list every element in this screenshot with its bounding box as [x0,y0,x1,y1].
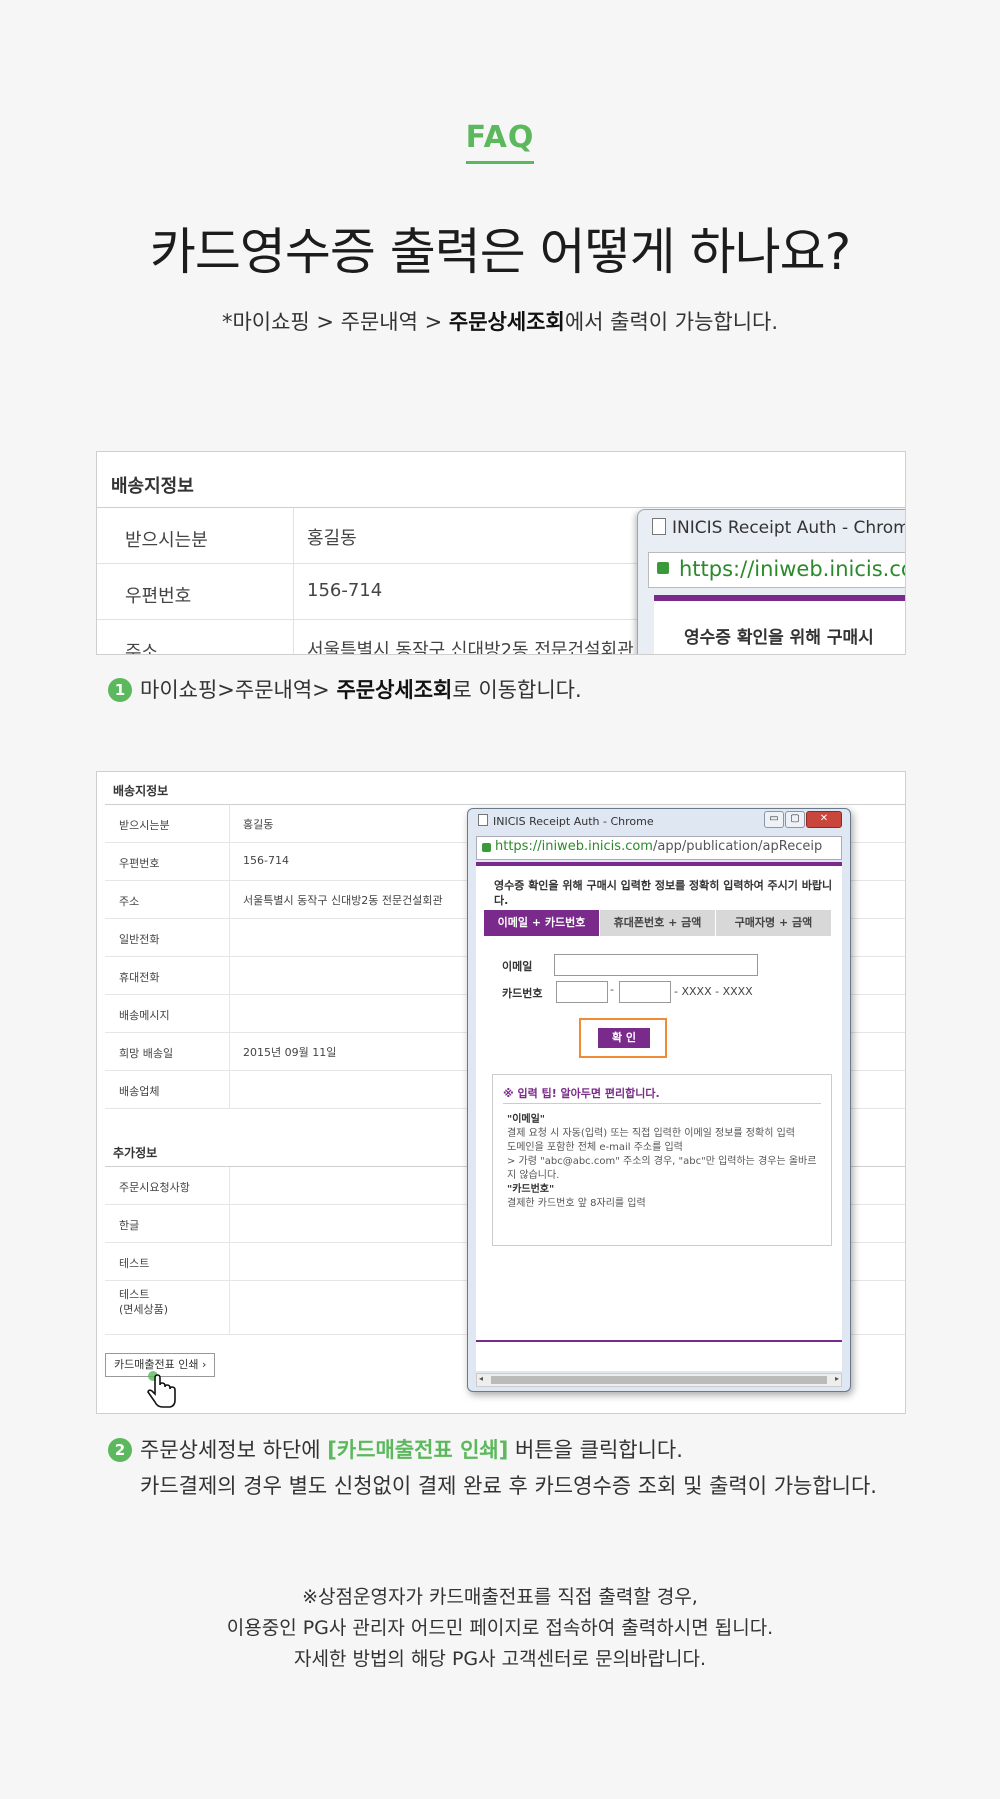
close-button[interactable]: ✕ [806,811,842,828]
subtitle-bold: 주문상세조회 [448,310,565,334]
minimize-button[interactable]: ▭ [764,811,784,828]
row-value: 서울특별시 동작구 신대방2동 전문건설회관 [307,640,634,655]
row-label: 주문시요청사항 [119,1181,190,1194]
popup-instruction: 영수증 확인을 위해 구매시 입력한 정보를 정확히 입력하여 주시기 바랍니다… [494,879,833,907]
scroll-thumb[interactable] [491,1376,827,1384]
page-title: 카드영수증 출력은 어떻게 하나요? [149,223,851,281]
note-line: 이용중인 PG사 관리자 어드민 페이지로 접속하여 출력하시면 됩니다. [226,1617,774,1639]
popup-title: INICIS Receipt Auth - Chrome [478,814,654,828]
tab-email-card[interactable]: 이메일 + 카드번호 [484,910,600,936]
row-value: 156-714 [307,580,383,601]
document-icon [652,518,666,535]
tip-title: ※ 입력 팁! 알아두면 편리합니다. [503,1087,660,1100]
card-number-label: 카드번호 [502,987,543,1000]
step-1: 1 마이쇼핑>주문내역> 주문상세조회로 이동합니다. [108,674,582,704]
row-label: 테스트 [119,1257,150,1270]
row-value: 서울특별시 동작구 신대방2동 전문건설회관 [243,894,443,907]
row-label: 받으시는분 [119,819,170,832]
tip-text: "이메일" 결제 요청 시 자동(입력) 또는 직접 입력한 이메일 정보를 정… [507,1114,817,1209]
row-label: 한글 [119,1219,140,1232]
section-title: 배송지정보 [111,476,194,497]
address-url: https://iniweb.inicis.com/app/publicatio… [495,839,823,854]
step-2: 2 주문상세정보 하단에 [카드매출전표 인쇄] 버튼을 클릭합니다. 카드결제의… [108,1434,877,1500]
tab-name-amount[interactable]: 구매자명 + 금액 [716,910,832,936]
step-number: 1 [108,678,132,702]
inicis-popup-window: INICIS Receipt Auth - Chrome https://ini… [637,509,906,654]
section-title: 추가정보 [113,1146,158,1160]
step-highlight: [카드매출전표 인쇄] [327,1438,509,1462]
scroll-left-icon[interactable]: ◂ [479,1374,483,1383]
lock-icon [657,562,669,574]
tip-box: ※ 입력 팁! 알아두면 편리합니다. "이메일" 결제 요청 시 자동(입력)… [492,1074,832,1246]
subtitle-path: *마이쇼핑 > 주문내역 > [221,310,449,334]
merchant-note: ※상점운영자가 카드매출전표를 직접 출력할 경우, 이용중인 PG사 관리자 … [0,1582,1000,1675]
row-label: 우편번호 [125,586,192,607]
address-bar[interactable]: https://iniweb.inicis.com/app/publicatio… [476,836,842,860]
row-label: 주소 [125,642,159,655]
note-line: 자세한 방법의 해당 PG사 고객센터로 문의바랍니다. [293,1648,707,1670]
address-url: https://iniweb.inicis.co [679,557,906,581]
page-subtitle: *마이쇼핑 > 주문내역 > 주문상세조회에서 출력이 가능합니다. [0,306,1000,336]
section-title: 배송지정보 [113,784,169,798]
step-description: 카드결제의 경우 별도 신청없이 결제 완료 후 카드영수증 조회 및 출력이 … [140,1474,877,1498]
row-label: 희망 배송일 [119,1047,174,1060]
maximize-button[interactable]: ▢ [785,811,805,828]
row-value: 홍길동 [243,818,274,831]
faq-label: FAQ [465,120,535,164]
document-icon [478,814,488,826]
email-label: 이메일 [502,960,533,973]
row-label: 배송메시지 [119,1009,170,1022]
horizontal-scrollbar[interactable]: ◂ ▸ [476,1373,842,1387]
row-label: 배송업체 [119,1085,160,1098]
subtitle-suffix: 에서 출력이 가능합니다. [564,310,779,334]
row-label: 테스트 (면세상품) [119,1288,169,1316]
screenshot-order-detail-full: 배송지정보 받으시는분 홍길동 우편번호 156-714 주소 서울특별시 동작구 신… [96,771,906,1414]
row-label: 일반전화 [119,933,160,946]
card-number-field-1[interactable] [556,981,608,1003]
popup-content: 영수증 확인을 위해 구매시 입력한 정보를 정확히 입력하여 주시기 바랍니다… [476,862,842,1371]
note-line: ※상점운영자가 카드매출전표를 직접 출력할 경우, [302,1586,698,1608]
email-field[interactable] [554,954,758,976]
tab-phone-amount[interactable]: 휴대폰번호 + 금액 [600,910,716,936]
row-label: 받으시는분 [125,530,208,551]
step-number: 2 [108,1438,132,1462]
step-bold: 주문상세조회 [336,678,453,702]
popup-instruction: 영수증 확인을 위해 구매시 [684,628,874,648]
dash: - [610,983,614,996]
window-controls: ▭ ▢ ✕ [763,811,842,828]
card-number-mask: - XXXX - XXXX [674,985,753,998]
lock-icon [482,843,491,852]
hand-pointer-icon [145,1370,179,1413]
address-bar[interactable]: https://iniweb.inicis.co [648,552,906,588]
auth-tabs: 이메일 + 카드번호 휴대폰번호 + 금액 구매자명 + 금액 [484,910,832,936]
row-value: 156-714 [243,854,289,867]
row-label: 우편번호 [119,857,160,870]
row-label: 휴대전화 [119,971,160,984]
screenshot-order-detail-zoom: 배송지정보 받으시는분 홍길동 우편번호 156-714 주소 서울특별시 동작… [96,451,906,655]
card-number-field-2[interactable] [619,981,671,1003]
popup-title: INICIS Receipt Auth - Chrome [652,518,905,538]
row-value: 홍길동 [307,528,357,549]
scroll-right-icon[interactable]: ▸ [835,1374,839,1383]
row-label: 주소 [119,895,140,908]
faq-tag: FAQ [0,120,1000,164]
confirm-button[interactable]: 확 인 [598,1028,650,1048]
inicis-popup-window: INICIS Receipt Auth - Chrome ▭ ▢ ✕ https:/… [467,808,851,1392]
confirm-highlight: 확 인 [579,1018,667,1058]
row-value: 2015년 09월 11일 [243,1046,337,1059]
